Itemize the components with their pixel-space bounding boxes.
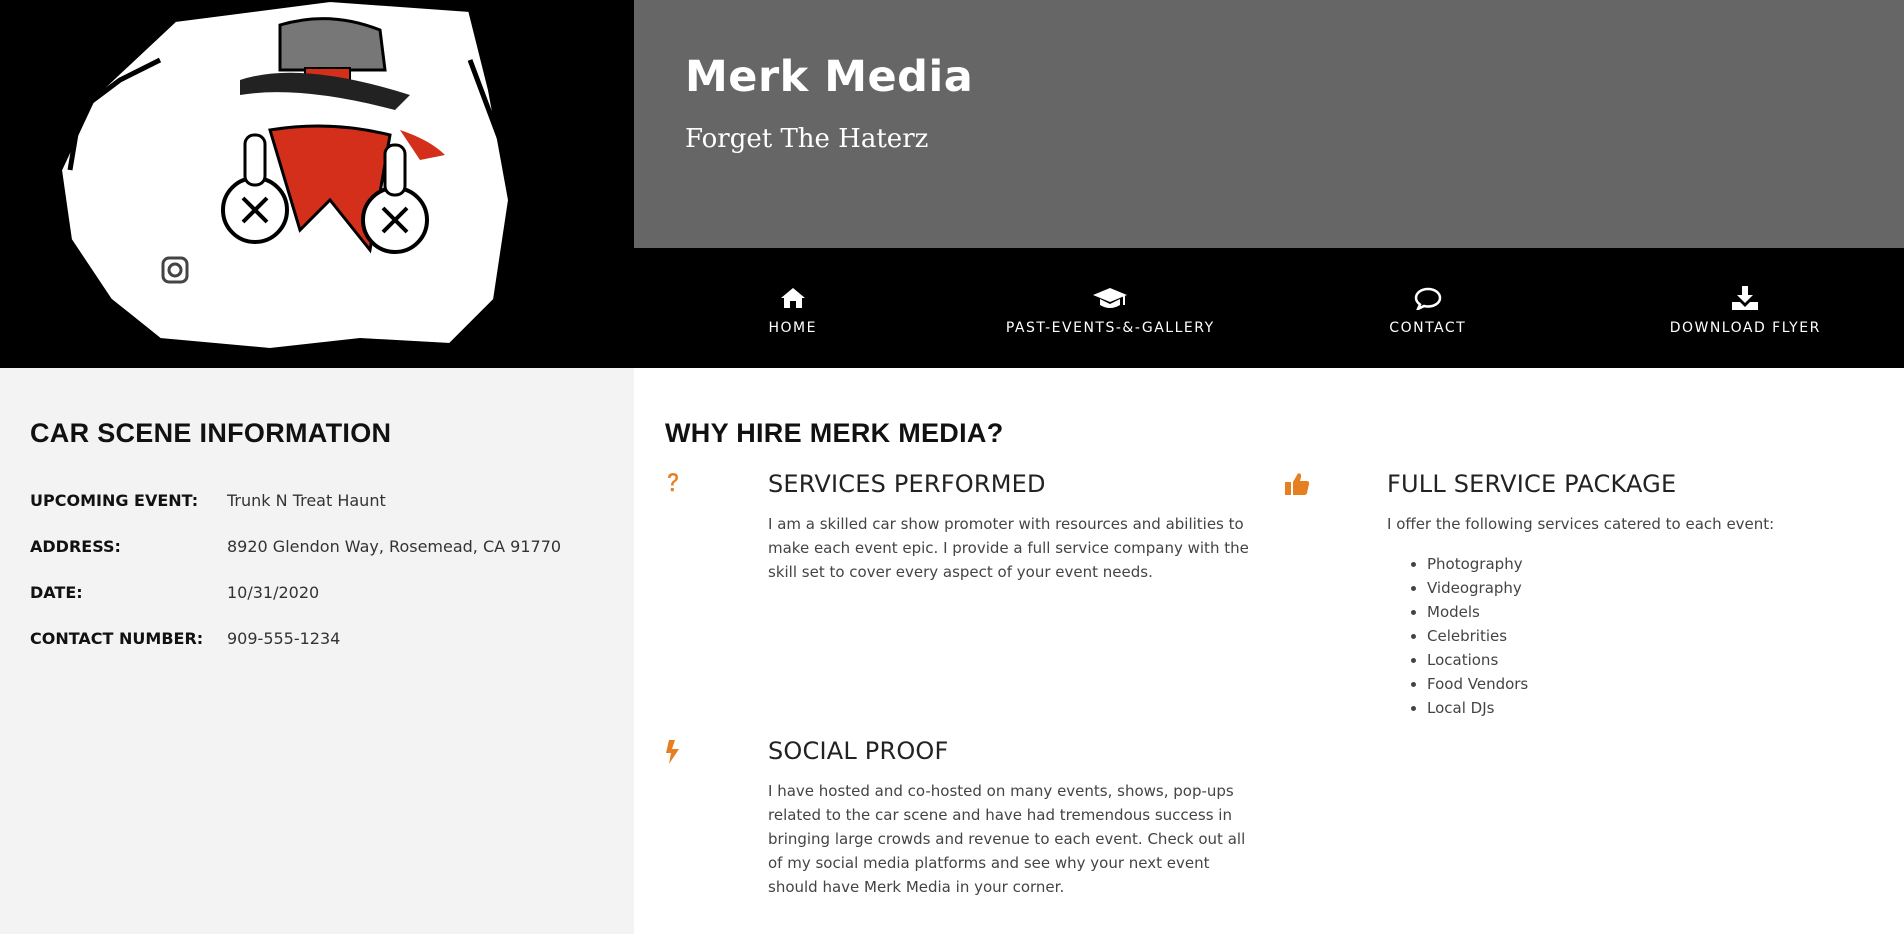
info-value: 8920 Glendon Way, Rosemead, CA 91770 bbox=[227, 537, 562, 556]
nav-past-events-gallery[interactable]: PAST-EVENTS-&-GALLERY bbox=[952, 248, 1270, 368]
feature-title: SERVICES PERFORMED bbox=[768, 470, 1046, 498]
site-tagline: Forget The Haterz bbox=[685, 124, 929, 154]
question-icon bbox=[665, 472, 681, 498]
list-item: Locations bbox=[1427, 648, 1877, 672]
feature-text: I offer the following services catered t… bbox=[1387, 515, 1775, 533]
info-label: UPCOMING EVENT: bbox=[30, 491, 199, 510]
bolt-icon bbox=[665, 739, 681, 769]
left-sidebar: CAR SCENE INFORMATION UPCOMING EVENT: Tr… bbox=[0, 0, 634, 934]
info-row-contact-number: CONTACT NUMBER: 909-555-1234 bbox=[30, 629, 604, 675]
info-label: CONTACT NUMBER: bbox=[30, 629, 204, 648]
why-hire-section: WHY HIRE MERK MEDIA? SERVICES PERFORMED … bbox=[634, 368, 1904, 934]
nav-contact[interactable]: CONTACT bbox=[1269, 248, 1587, 368]
nav-home[interactable]: HOME bbox=[634, 248, 952, 368]
info-row-upcoming-event: UPCOMING EVENT: Trunk N Treat Haunt bbox=[30, 491, 604, 537]
nav-download-flyer[interactable]: DOWNLOAD FLYER bbox=[1587, 248, 1904, 368]
info-value: 909-555-1234 bbox=[227, 629, 341, 648]
info-label: ADDRESS: bbox=[30, 537, 121, 556]
info-row-address: ADDRESS: 8920 Glendon Way, Rosemead, CA … bbox=[30, 537, 604, 583]
list-item: Videography bbox=[1427, 576, 1877, 600]
feature-body: SERVICES PERFORMED I am a skilled car sh… bbox=[768, 470, 1258, 584]
nav-label: PAST-EVENTS-&-GALLERY bbox=[1005, 320, 1215, 336]
nav-label: DOWNLOAD FLYER bbox=[1669, 320, 1821, 336]
info-title: CAR SCENE INFORMATION bbox=[30, 418, 392, 448]
info-value: Trunk N Treat Haunt bbox=[227, 491, 386, 510]
feature-text: I have hosted and co-hosted on many even… bbox=[768, 782, 1246, 896]
download-icon bbox=[1731, 284, 1759, 312]
feature-title: SOCIAL PROOF bbox=[768, 737, 949, 765]
logo bbox=[0, 0, 634, 368]
home-icon bbox=[780, 284, 806, 312]
feature-text: I am a skilled car show promoter with re… bbox=[768, 515, 1249, 581]
main-nav: HOME PAST-EVENTS-&-GALLERY CONTACT DOWNL… bbox=[634, 248, 1904, 368]
section-title: WHY HIRE MERK MEDIA? bbox=[665, 418, 1004, 448]
services-list: Photography Videography Models Celebriti… bbox=[1387, 552, 1877, 720]
info-label: DATE: bbox=[30, 583, 83, 602]
thumbs-up-icon bbox=[1284, 472, 1310, 500]
nav-label: HOME bbox=[768, 320, 817, 336]
feature-body: FULL SERVICE PACKAGE I offer the followi… bbox=[1387, 470, 1877, 720]
list-item: Photography bbox=[1427, 552, 1877, 576]
info-row-date: DATE: 10/31/2020 bbox=[30, 583, 604, 629]
feature-title: FULL SERVICE PACKAGE bbox=[1387, 470, 1677, 498]
list-item: Models bbox=[1427, 600, 1877, 624]
chat-bubble-icon bbox=[1414, 284, 1442, 312]
list-item: Food Vendors bbox=[1427, 672, 1877, 696]
list-item: Celebrities bbox=[1427, 624, 1877, 648]
info-value: 10/31/2020 bbox=[227, 583, 320, 602]
main-column: Merk Media Forget The Haterz HOME PAST-E… bbox=[634, 0, 1904, 934]
nav-label: CONTACT bbox=[1389, 320, 1467, 336]
site-title: Merk Media bbox=[685, 52, 974, 102]
hero-banner: Merk Media Forget The Haterz bbox=[634, 0, 1904, 248]
list-item: Local DJs bbox=[1427, 696, 1877, 720]
graduation-cap-icon bbox=[1092, 284, 1128, 312]
feature-body: SOCIAL PROOF I have hosted and co-hosted… bbox=[768, 737, 1258, 899]
car-scene-info: CAR SCENE INFORMATION UPCOMING EVENT: Tr… bbox=[0, 368, 634, 675]
